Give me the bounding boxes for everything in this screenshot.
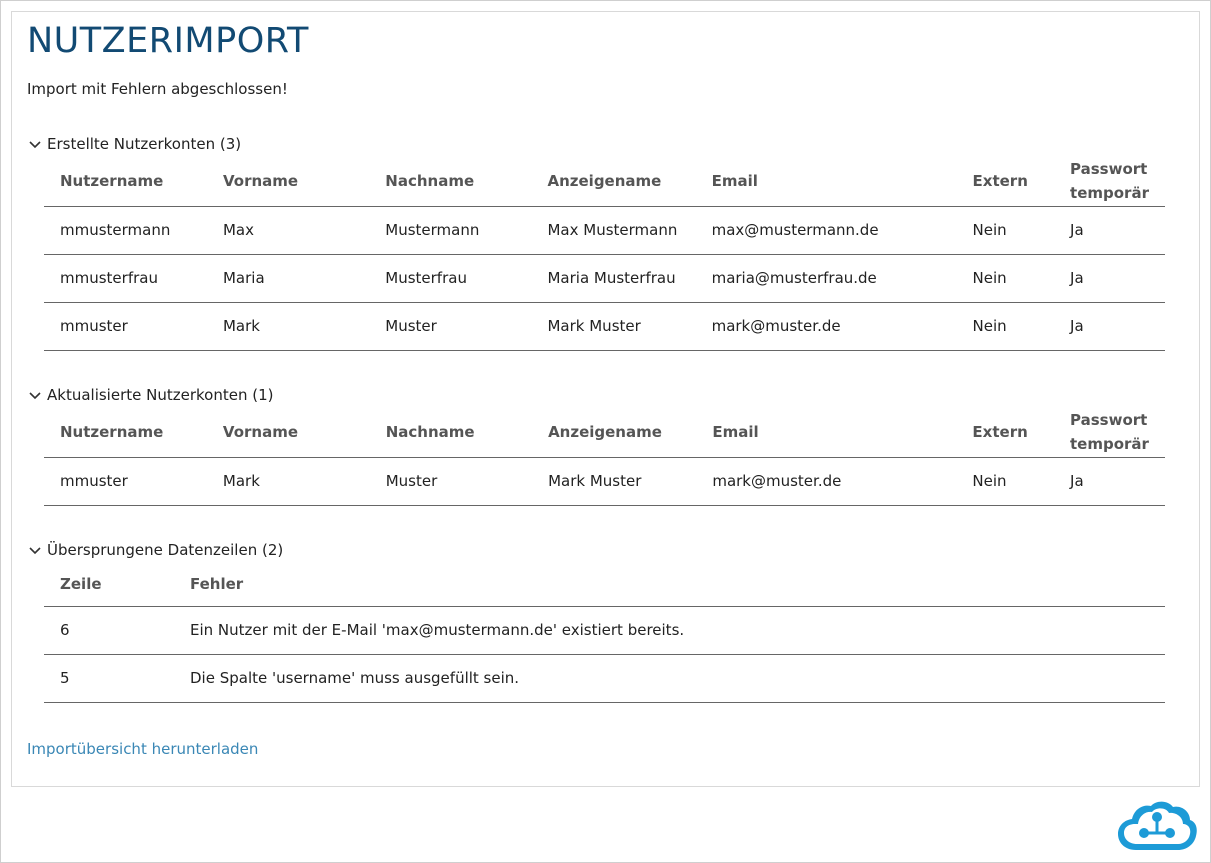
cell-passwort-temporaer: Ja <box>1054 206 1165 255</box>
col-passwort-temporaer: Passwort temporär <box>1054 156 1165 207</box>
col-nachname: Nachname <box>369 156 532 207</box>
chevron-down-icon <box>29 141 41 149</box>
cell-fehler: Ein Nutzer mit der E-Mail 'max@musterman… <box>174 606 1165 655</box>
download-overview-link[interactable]: Importübersicht herunterladen <box>27 740 258 758</box>
cell-vorname: Maria <box>206 254 370 303</box>
col-anzeigename: Anzeigename <box>531 156 696 207</box>
cell-passwort-temporaer: Ja <box>1054 254 1165 303</box>
cell-zeile: 5 <box>44 654 174 703</box>
table-row: 5 Die Spalte 'username' muss ausgefüllt … <box>44 654 1165 703</box>
cell-nutzername: mmusterfrau <box>44 254 207 303</box>
cell-extern: Nein <box>956 254 1055 303</box>
col-vorname: Vorname <box>206 407 370 458</box>
cell-extern: Nein <box>956 302 1055 351</box>
table-row: mmuster Mark Muster Mark Muster mark@mus… <box>44 457 1165 506</box>
cell-nachname: Muster <box>369 457 533 506</box>
cell-email: maria@musterfrau.de <box>695 254 957 303</box>
table-row: mmustermann Max Mustermann Max Musterman… <box>44 206 1165 255</box>
created-accounts-label: Erstellte Nutzerkonten (3) <box>47 135 242 153</box>
cell-email: mark@muster.de <box>695 302 957 351</box>
table-row: 6 Ein Nutzer mit der E-Mail 'max@musterm… <box>44 606 1165 655</box>
skipped-rows-table: Zeile Fehler 6 Ein Nutzer mit der E-Mail… <box>44 562 1165 703</box>
skipped-rows-toggle[interactable]: Übersprungene Datenzeilen (2) <box>27 538 1165 562</box>
cell-email: mark@muster.de <box>696 457 957 506</box>
chevron-down-icon <box>29 547 41 555</box>
cell-vorname: Mark <box>206 302 370 351</box>
cell-nachname: Muster <box>369 302 532 351</box>
table-header-row: Nutzername Vorname Nachname Anzeigename … <box>44 156 1165 207</box>
page-title: NUTZERIMPORT <box>27 21 309 61</box>
updated-accounts-toggle[interactable]: Aktualisierte Nutzerkonten (1) <box>27 383 1165 407</box>
col-passwort-temporaer: Passwort temporär <box>1054 407 1165 458</box>
import-status-message: Import mit Fehlern abgeschlossen! <box>27 80 288 98</box>
table-row: mmusterfrau Maria Musterfrau Maria Muste… <box>44 254 1165 303</box>
col-fehler: Fehler <box>174 562 1165 607</box>
skipped-rows-label: Übersprungene Datenzeilen (2) <box>47 541 284 559</box>
col-email: Email <box>696 407 957 458</box>
col-nachname: Nachname <box>369 407 533 458</box>
cell-vorname: Mark <box>206 457 370 506</box>
col-email: Email <box>695 156 957 207</box>
cell-passwort-temporaer: Ja <box>1054 457 1165 506</box>
skipped-rows-section: Übersprungene Datenzeilen (2) Zeile Fehl… <box>27 538 1165 703</box>
chevron-down-icon <box>29 392 41 400</box>
created-accounts-toggle[interactable]: Erstellte Nutzerkonten (3) <box>27 132 1165 156</box>
cell-email: max@mustermann.de <box>695 206 957 255</box>
cell-fehler: Die Spalte 'username' muss ausgefüllt se… <box>174 654 1165 703</box>
cell-vorname: Max <box>206 206 370 255</box>
col-extern: Extern <box>956 407 1055 458</box>
cloud-logo-icon <box>1118 801 1197 850</box>
updated-accounts-label: Aktualisierte Nutzerkonten (1) <box>47 386 274 404</box>
table-header-row: Nutzername Vorname Nachname Anzeigename … <box>44 407 1165 458</box>
cell-anzeigename: Mark Muster <box>532 457 697 506</box>
col-nutzername: Nutzername <box>44 407 207 458</box>
updated-accounts-section: Aktualisierte Nutzerkonten (1) Nutzernam… <box>27 383 1165 506</box>
cell-nutzername: mmuster <box>44 302 207 351</box>
cell-extern: Nein <box>956 457 1055 506</box>
col-vorname: Vorname <box>206 156 370 207</box>
cell-passwort-temporaer: Ja <box>1054 302 1165 351</box>
cell-nutzername: mmustermann <box>44 206 207 255</box>
cell-extern: Nein <box>956 206 1055 255</box>
cell-anzeigename: Mark Muster <box>531 302 696 351</box>
col-extern: Extern <box>956 156 1055 207</box>
updated-accounts-table: Nutzername Vorname Nachname Anzeigename … <box>44 407 1165 506</box>
col-nutzername: Nutzername <box>44 156 207 207</box>
cell-anzeigename: Max Mustermann <box>531 206 696 255</box>
cell-nachname: Mustermann <box>369 206 532 255</box>
table-row: mmuster Mark Muster Mark Muster mark@mus… <box>44 302 1165 351</box>
cell-zeile: 6 <box>44 606 174 655</box>
created-accounts-section: Erstellte Nutzerkonten (3) Nutzername Vo… <box>27 132 1165 351</box>
table-header-row: Zeile Fehler <box>44 562 1165 607</box>
import-card: NUTZERIMPORT Import mit Fehlern abgeschl… <box>11 11 1200 787</box>
cell-nutzername: mmuster <box>44 457 207 506</box>
cell-anzeigename: Maria Musterfrau <box>531 254 696 303</box>
col-zeile: Zeile <box>44 562 174 607</box>
created-accounts-table: Nutzername Vorname Nachname Anzeigename … <box>44 156 1165 351</box>
col-anzeigename: Anzeigename <box>532 407 697 458</box>
cell-nachname: Musterfrau <box>369 254 532 303</box>
